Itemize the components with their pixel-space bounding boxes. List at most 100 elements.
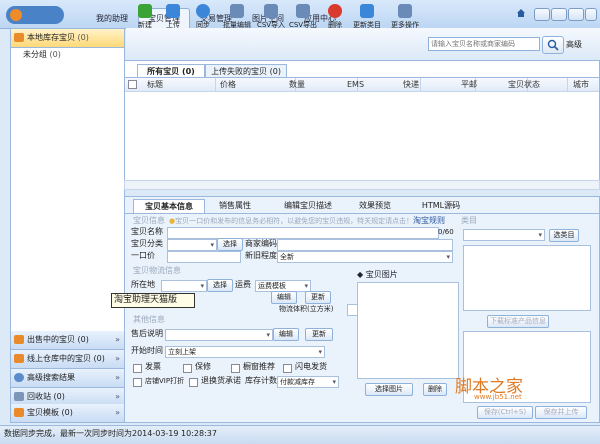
merchant-code-label: 商家编码 — [245, 239, 277, 248]
merchant-code-input[interactable] — [277, 239, 453, 251]
chevron-down-icon: » — [115, 354, 120, 363]
left-item-warehouse[interactable]: 线上仓库中的宝贝 (0) » — [11, 350, 124, 369]
window-recommend-label: 橱窗推荐 — [243, 362, 275, 371]
category-list-box — [463, 245, 591, 311]
download-icon — [360, 4, 374, 18]
delete-image-button[interactable]: 删除 — [423, 383, 447, 396]
more-actions-button[interactable]: 更多操作 — [390, 2, 420, 32]
template-icon — [14, 408, 24, 417]
left-item-count: (0) — [53, 392, 65, 401]
condition-label: 新旧程度 — [245, 251, 277, 260]
update-category-button-label: 更新类目 — [353, 21, 381, 29]
batch-edit-button[interactable]: 批量编辑 — [222, 2, 252, 32]
item-category-select[interactable] — [167, 239, 217, 251]
tab-sales-attributes[interactable]: 销售属性 — [207, 199, 263, 213]
stock-count-label: 库存计数 — [245, 376, 277, 385]
notice-text: ●宝贝一口价和发布的信息务必相符，以避免您的宝贝违规，特关规定请点击！ — [169, 215, 413, 227]
search-button[interactable] — [542, 36, 564, 54]
price-label: 一口价 — [131, 251, 155, 260]
maximize-icon[interactable] — [568, 8, 584, 21]
left-item-label: 宝贝模板 — [27, 408, 59, 417]
update-aftersale-button[interactable]: 更新 — [305, 328, 333, 341]
col-ems[interactable]: EMS — [347, 78, 364, 91]
col-price[interactable]: 价格 — [220, 78, 236, 91]
store-icon — [14, 335, 24, 344]
window-recommend-checkbox[interactable] — [231, 364, 240, 373]
tree-root-count: (0) — [77, 33, 89, 42]
chevron-down-icon: » — [115, 373, 120, 382]
price-input[interactable] — [167, 251, 241, 263]
condition-select[interactable]: 全新 — [277, 251, 453, 263]
select-location-button[interactable]: 选择 — [207, 279, 233, 292]
stock-count-select[interactable]: 付款减库存 — [277, 376, 339, 388]
status-bar: 数据同步完成，最新一次同步时间为2014-03-19 10:28:37 — [0, 425, 600, 444]
edit-aftersale-button[interactable]: 编辑 — [273, 328, 299, 341]
section-logistics: 宝贝物流信息 — [133, 266, 181, 275]
tree-root-local-stock[interactable]: 本地库存宝贝 (0) — [11, 29, 124, 48]
save-and-upload-button[interactable]: 保存并上传 — [535, 406, 587, 419]
invoice-checkbox[interactable] — [133, 364, 142, 373]
col-quantity[interactable]: 数量 — [289, 78, 305, 91]
start-time-select[interactable]: 立刻上架 — [165, 346, 325, 358]
advanced-search-link[interactable]: 高级 — [566, 39, 582, 50]
sync-button[interactable]: 同步 — [188, 2, 218, 32]
table-header: 标题 价格 数量 EMS 快递 平邮 宝贝状态 城市 — [125, 77, 599, 92]
col-express[interactable]: 快递 — [403, 78, 419, 91]
left-item-count: (0) — [77, 335, 89, 344]
flash-delivery-checkbox[interactable] — [283, 364, 292, 373]
tree-child-count: (0) — [49, 50, 61, 59]
home-icon[interactable] — [516, 8, 526, 18]
download-standard-info-button[interactable]: 下载标准产品信息 — [487, 315, 549, 328]
return-promise-label: 退换货承诺 — [201, 376, 241, 385]
horizontal-scrollbar[interactable] — [124, 180, 600, 190]
csv-export-icon — [296, 4, 310, 18]
tree-child-label: 未分组 — [23, 50, 47, 59]
section-category: 类目 — [461, 216, 477, 225]
trash-icon — [14, 392, 24, 401]
settings-icon[interactable] — [534, 8, 550, 21]
section-other: 其他信息 — [133, 315, 165, 324]
csv-import-icon — [264, 4, 278, 18]
invoice-label: 发票 — [145, 362, 161, 371]
col-surface-mail[interactable]: 平邮 — [461, 78, 477, 91]
save-button[interactable]: 保存(Ctrl+S) — [477, 406, 533, 419]
tree-child-ungrouped[interactable]: 未分组 (0) — [23, 49, 61, 60]
tab-html-source[interactable]: HTML源码 — [411, 199, 471, 213]
location-label: 所在地 — [131, 280, 155, 289]
select-category-path-button[interactable]: 选类目 — [549, 229, 579, 242]
col-item-status[interactable]: 宝贝状态 — [508, 78, 540, 91]
left-item-label: 高级搜索结果 — [27, 373, 75, 382]
close-icon[interactable] — [585, 8, 597, 21]
tab-preview[interactable]: 效果预览 — [347, 199, 403, 213]
update-category-button[interactable]: 更新类目 — [352, 2, 382, 32]
left-item-count: (0) — [93, 354, 105, 363]
warranty-checkbox[interactable] — [183, 364, 192, 373]
left-item-templates[interactable]: 宝贝模板 (0) » — [11, 404, 124, 423]
col-city[interactable]: 城市 — [573, 78, 589, 91]
status-text: 数据同步完成，最新一次同步时间为2014-03-19 10:28:37 — [4, 429, 217, 438]
select-all-checkbox[interactable] — [128, 80, 137, 89]
select-image-button[interactable]: 选择图片 — [365, 383, 413, 396]
vip-discount-label: 店铺VIP打折 — [145, 377, 185, 385]
tab-basic-info[interactable]: 宝贝基本信息 — [133, 199, 205, 214]
location-select[interactable] — [161, 280, 207, 292]
return-promise-checkbox[interactable] — [189, 378, 198, 387]
tree-root-label: 本地库存宝贝 — [27, 33, 75, 42]
left-item-on-sale[interactable]: 出售中的宝贝 (0) » — [11, 331, 124, 350]
item-name-input[interactable] — [167, 227, 439, 239]
section-images: ◆ 宝贝图片 — [357, 270, 398, 279]
left-item-advanced-search[interactable]: 高级搜索结果 » — [11, 369, 124, 388]
select-category-button[interactable]: 选择 — [217, 238, 243, 251]
vip-discount-checkbox[interactable] — [133, 378, 142, 387]
item-name-label: 宝贝名称 — [131, 227, 163, 236]
col-title[interactable]: 标题 — [147, 78, 163, 91]
aftersale-select[interactable] — [165, 329, 273, 341]
search-input[interactable] — [428, 37, 540, 51]
edit-icon — [230, 4, 244, 18]
upload-icon — [166, 4, 180, 18]
tab-edit-description[interactable]: 编辑宝贝描述 — [271, 199, 345, 213]
minimize-icon[interactable] — [551, 8, 567, 21]
category-select[interactable] — [463, 229, 545, 241]
section-images-label: 宝贝图片 — [365, 270, 398, 279]
start-time-label: 开始时间 — [131, 346, 163, 355]
